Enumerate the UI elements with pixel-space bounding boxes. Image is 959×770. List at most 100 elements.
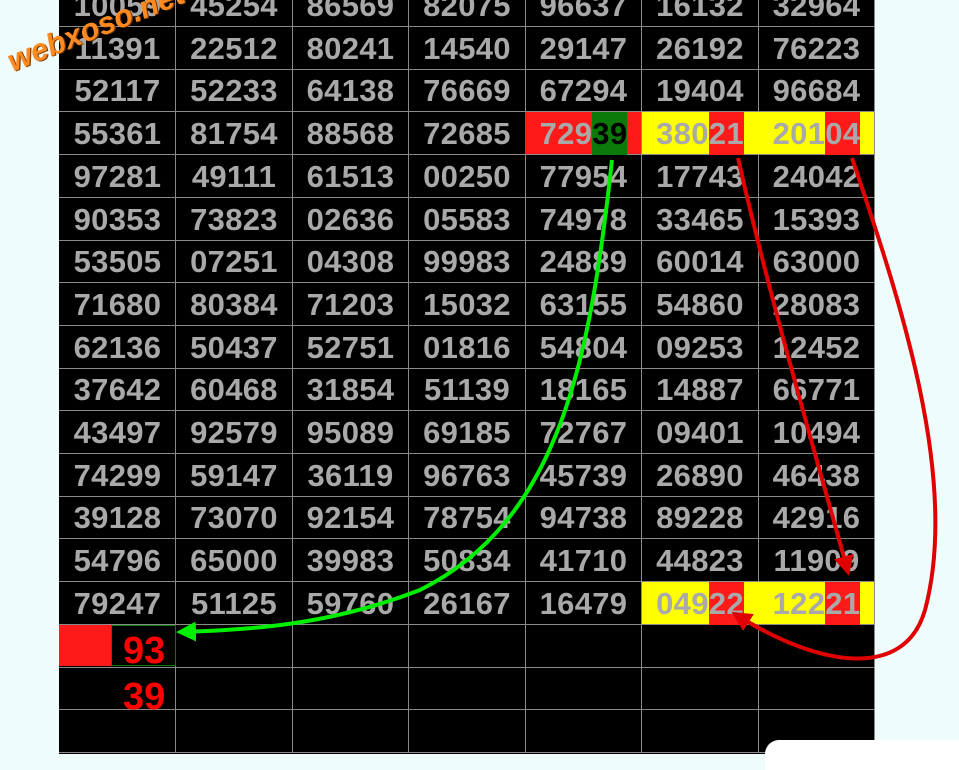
grid-number: 42916 <box>772 500 861 536</box>
grid-cell: 64138 <box>292 69 409 113</box>
grid-cell: 78754 <box>408 496 526 540</box>
grid-cell <box>641 709 759 753</box>
grid-cell: 38021 <box>641 112 759 156</box>
grid-cell: 16132 <box>641 0 759 27</box>
grid-number: 38021 <box>642 112 759 156</box>
grid-number: 60014 <box>656 244 744 280</box>
grid-cell: 60014 <box>641 240 759 284</box>
grid-cell: 94738 <box>525 496 642 540</box>
grid-number: 72939 <box>525 112 642 156</box>
grid-number: 01816 <box>423 329 511 365</box>
grid-cell: 50437 <box>175 325 293 369</box>
grid-cell: 26890 <box>641 453 759 497</box>
grid-cell: 12221 <box>758 581 875 625</box>
grid-cell: 24889 <box>525 240 642 284</box>
grid-number: 61513 <box>306 158 395 194</box>
grid-number: 96684 <box>772 73 861 109</box>
grid-cell: 54804 <box>525 325 642 369</box>
grid-cell: 51139 <box>408 368 526 412</box>
grid-number: 73823 <box>190 201 278 237</box>
grid-cell: 76223 <box>758 26 875 70</box>
grid-number: 55361 <box>73 116 162 152</box>
grid-number: 16479 <box>539 585 628 621</box>
grid-cell: 00250 <box>408 154 526 198</box>
grid-number: 95089 <box>306 415 395 450</box>
result-first: 93 <box>123 629 166 672</box>
grid-number: 65000 <box>190 543 278 579</box>
grid-cell: 09253 <box>641 325 759 369</box>
grid-number: 82075 <box>423 0 511 23</box>
grid-cell: 79247 <box>59 581 176 625</box>
grid-cell: 36119 <box>292 453 409 497</box>
grid-number: 63155 <box>539 286 628 322</box>
grid-cell: 90353 <box>59 197 176 241</box>
grid-cell: 09401 <box>641 411 759 454</box>
grid-cell: 29147 <box>525 26 642 70</box>
grid-number: 17743 <box>656 158 744 194</box>
grid-cell: 67294 <box>525 69 642 113</box>
grid-cell <box>175 709 293 753</box>
grid-cell <box>408 624 526 668</box>
grid-number: 72767 <box>539 415 628 450</box>
grid-cell: 80384 <box>175 282 293 326</box>
grid-number: 11909 <box>773 543 860 579</box>
grid-cell: 39983 <box>292 539 409 583</box>
grid-cell: 81754 <box>175 112 293 156</box>
grid-cell: 41710 <box>525 539 642 583</box>
grid-number: 15393 <box>772 201 861 237</box>
grid-number: 26890 <box>656 457 744 493</box>
grid-cell: 76669 <box>408 69 526 113</box>
grid-number: 88568 <box>306 116 395 152</box>
grid-number: 37642 <box>73 372 162 408</box>
grid-cell: 31854 <box>292 368 409 412</box>
grid-cell: 52233 <box>175 69 293 113</box>
grid-number: 92579 <box>190 415 278 450</box>
lottery-grid: 10059 45254 86569 82075 96637 16132 32964 11391… <box>59 0 875 754</box>
grid-number: 20104 <box>758 112 875 156</box>
grid-cell: 80241 <box>292 26 409 70</box>
grid-number: 73070 <box>190 500 278 536</box>
grid-cell: 15393 <box>758 197 875 241</box>
grid-number: 76223 <box>772 30 861 66</box>
grid-number: 00250 <box>423 158 511 194</box>
grid-number: 78754 <box>423 500 511 536</box>
grid-cell <box>525 709 642 753</box>
grid-number: 51125 <box>191 585 277 621</box>
grid-cell: 72767 <box>525 411 642 454</box>
grid-number: 96763 <box>423 457 511 493</box>
grid-cell <box>175 667 293 711</box>
grid-cell: 49111 <box>175 154 293 198</box>
grid-cell: 39128 <box>59 496 176 540</box>
grid-cell: 02636 <box>292 197 409 241</box>
grid-cell: 95089 <box>292 411 409 454</box>
grid-cell: 20104 <box>758 112 875 156</box>
grid-number: 45254 <box>190 0 278 23</box>
grid-number: 53505 <box>73 244 162 280</box>
grid-cell: 63000 <box>758 240 875 284</box>
grid-cell <box>525 624 642 668</box>
grid-cell: 62136 <box>59 325 176 369</box>
grid-cell: 45739 <box>525 453 642 497</box>
grid-number: 54860 <box>656 286 744 322</box>
grid-cell <box>641 667 759 711</box>
grid-number: 80384 <box>190 286 278 322</box>
grid-cell: 92579 <box>175 411 293 454</box>
grid-number: 86569 <box>306 0 395 23</box>
grid-number: 51139 <box>424 372 510 408</box>
grid-cell: 71203 <box>292 282 409 326</box>
grid-number: 50834 <box>423 543 511 579</box>
grid-cell: 52117 <box>59 69 176 113</box>
grid-cell <box>175 624 293 668</box>
grid-number: 26167 <box>423 585 511 621</box>
grid-number: 05583 <box>423 201 511 237</box>
grid-number: 19404 <box>656 73 744 109</box>
grid-cell <box>292 624 409 668</box>
grid-cell: 59147 <box>175 453 293 497</box>
grid-number: 10494 <box>772 415 861 450</box>
grid-cell: 42916 <box>758 496 875 540</box>
grid-number: 67294 <box>539 73 628 109</box>
grid-cell: 66771 <box>758 368 875 412</box>
grid-number: 12221 <box>758 581 875 625</box>
grid-number: 72685 <box>423 116 511 152</box>
grid-number: 74978 <box>539 201 628 237</box>
